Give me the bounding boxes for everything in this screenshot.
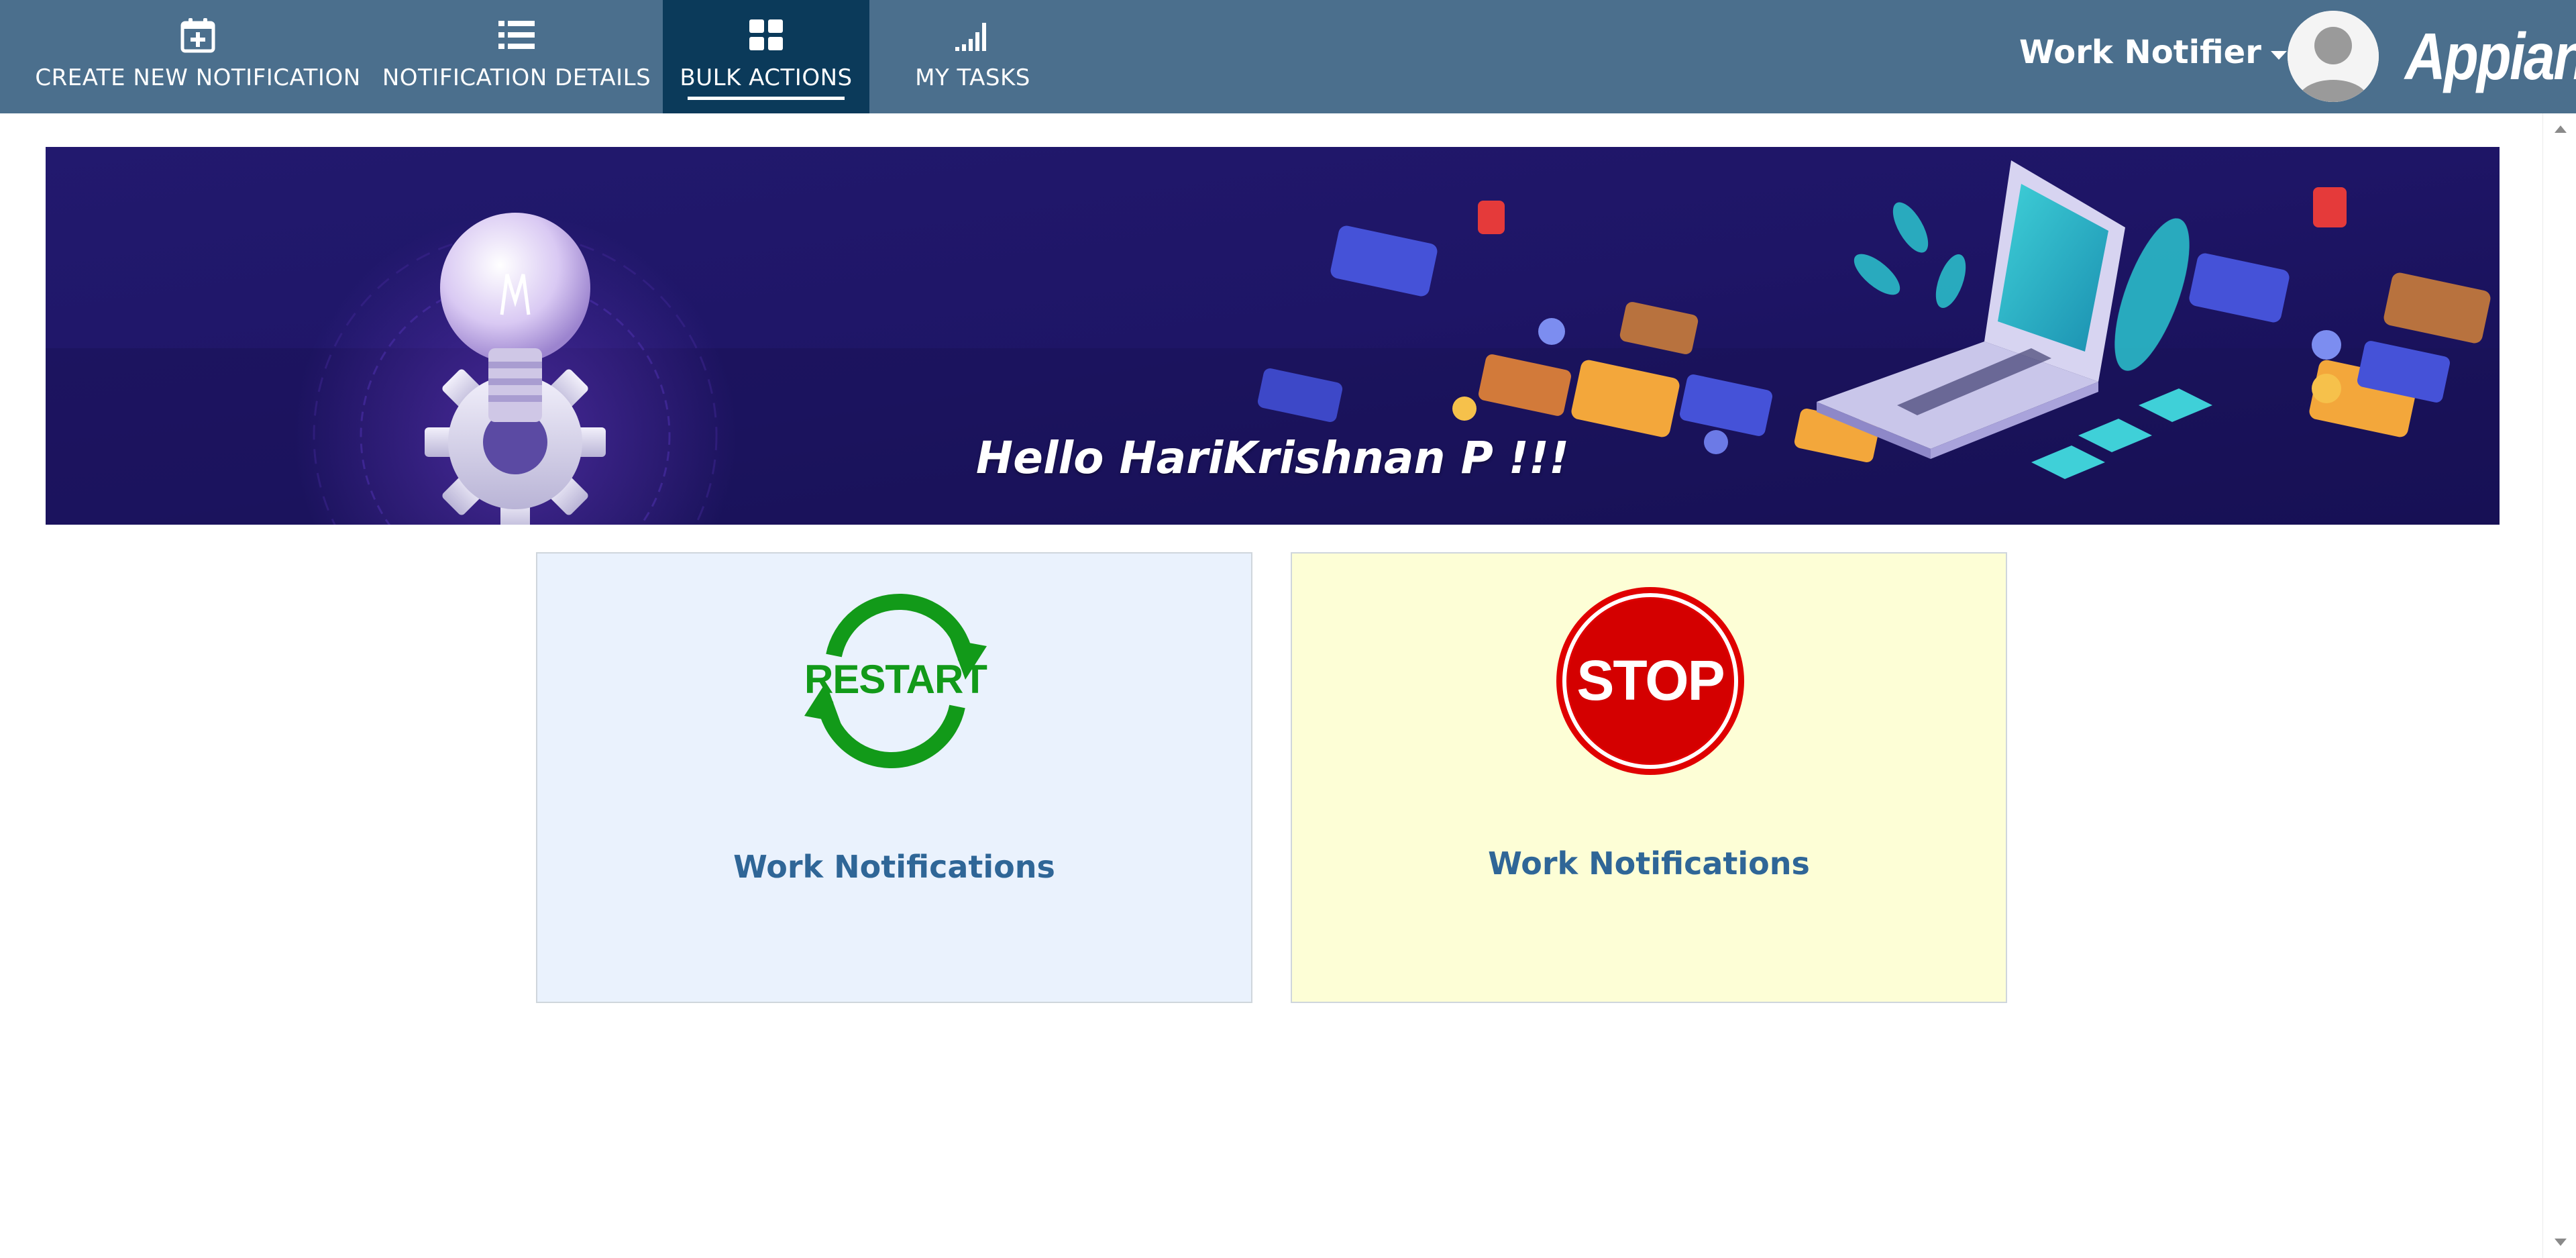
tab-label: NOTIFICATION DETAILS <box>382 64 651 91</box>
tab-label: BULK ACTIONS <box>680 64 853 91</box>
grid-icon <box>746 15 786 55</box>
stop-sign-icon: STOP <box>1550 580 1751 782</box>
tab-bulk-actions[interactable]: BULK ACTIONS <box>663 0 869 113</box>
person-icon <box>2288 11 2379 102</box>
appian-logo: Appian <box>2405 19 2576 93</box>
tab-label: MY TASKS <box>915 64 1030 91</box>
site-name: Work Notifier <box>2019 34 2261 71</box>
greeting-text: Hello HariKrishnan P !!! <box>975 432 1570 484</box>
site-name-menu[interactable]: Work Notifier <box>2019 34 2287 71</box>
tab-notification-details[interactable]: NOTIFICATION DETAILS <box>382 0 651 113</box>
scroll-up-arrow-icon[interactable] <box>2555 125 2567 133</box>
list-icon <box>496 15 537 55</box>
signal-bars-icon <box>953 15 993 55</box>
welcome-banner: Hello HariKrishnan P !!! <box>46 147 2500 525</box>
vertical-scrollbar[interactable] <box>2542 113 2576 1258</box>
user-avatar[interactable] <box>2288 11 2379 102</box>
scroll-down-arrow-icon[interactable] <box>2555 1239 2567 1246</box>
restart-icon: RESTART <box>795 580 996 782</box>
restart-badge-text: RESTART <box>804 657 987 702</box>
tab-my-tasks[interactable]: MY TASKS <box>892 0 1053 113</box>
tab-label: CREATE NEW NOTIFICATION <box>35 64 361 91</box>
tab-create-new-notification[interactable]: CREATE NEW NOTIFICATION <box>27 0 369 113</box>
restart-notifications-card[interactable]: RESTART Work Notifications <box>536 552 1252 1003</box>
calendar-plus-icon <box>178 15 218 55</box>
top-navigation-bar: CREATE NEW NOTIFICATION NOTIFICATION DET… <box>0 0 2576 113</box>
stop-badge-text: STOP <box>1576 649 1723 712</box>
active-tab-underline <box>688 97 845 100</box>
card-label[interactable]: Work Notifications <box>1292 845 2006 882</box>
card-label[interactable]: Work Notifications <box>537 849 1251 885</box>
caret-down-icon <box>2270 50 2287 60</box>
stop-notifications-card[interactable]: STOP Work Notifications <box>1291 552 2007 1003</box>
